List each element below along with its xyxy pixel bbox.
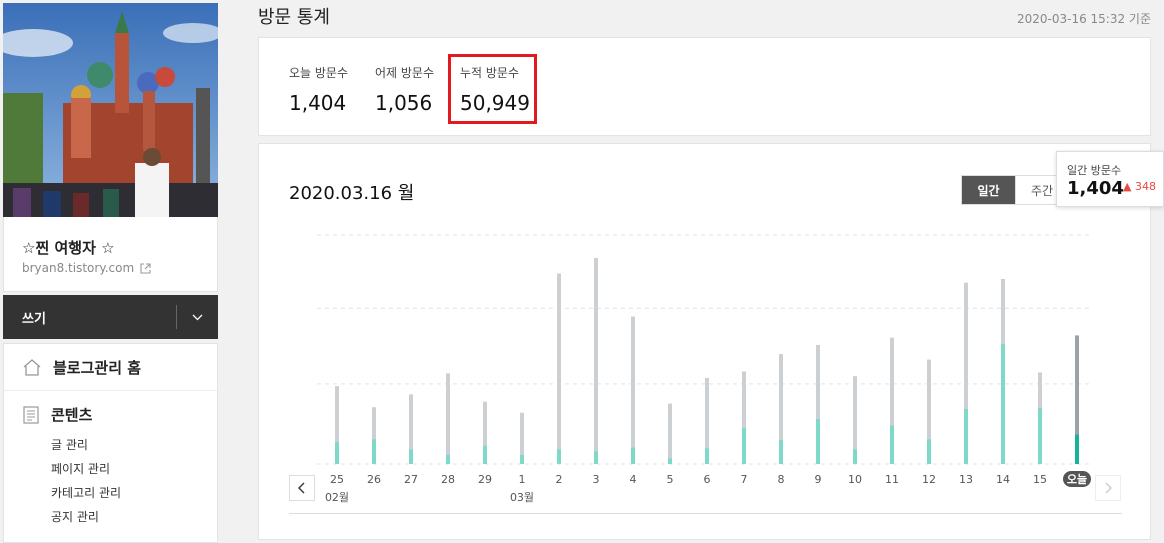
tooltip-delta: ▲ 348 — [1123, 180, 1156, 193]
x-tick-label: 7 — [741, 473, 748, 486]
bar-new[interactable] — [335, 442, 339, 464]
x-tick-label: 15 — [1033, 473, 1047, 486]
x-tick-label: 11 — [885, 473, 899, 486]
x-tick-label: 5 — [667, 473, 674, 486]
x-tick-label: 1 — [519, 473, 526, 486]
bar-new[interactable] — [890, 425, 894, 464]
contents-submenu: 글 관리 페이지 관리 카테고리 관리 공지 관리 — [51, 433, 121, 529]
chart-prev-button[interactable] — [289, 475, 315, 501]
chart-bottom-divider — [289, 513, 1122, 514]
blog-url-link[interactable]: bryan8.tistory.com — [22, 261, 151, 275]
bar-new[interactable] — [557, 449, 561, 464]
tooltip-value: 1,404 — [1067, 178, 1124, 199]
daily-visits-chart: 25 02월 26 27 28 29 1 03월 2 3 4 5 6 7 8 9 10 11 12 13 14 15 오늘 — [317, 234, 1091, 504]
bar-new[interactable] — [742, 428, 746, 464]
stat-today-label: 오늘 방문수 — [289, 66, 349, 80]
bar-new[interactable] — [483, 445, 487, 464]
write-button[interactable]: 쓰기 — [22, 308, 46, 327]
x-tick-label: 10 — [848, 473, 862, 486]
x-tick-label: 8 — [778, 473, 785, 486]
bar-new[interactable] — [705, 448, 709, 464]
bar-new[interactable] — [668, 458, 672, 464]
stats-timestamp: 2020-03-16 15:32 기준 — [1016, 12, 1151, 26]
admin-menu: 블로그관리 홈 콘텐츠 글 관리 페이지 관리 카테고리 관리 공지 관리 — [3, 343, 218, 543]
bar-new[interactable] — [594, 451, 598, 464]
total-visits-highlight — [448, 54, 537, 124]
x-tick-label: 27 — [404, 473, 418, 486]
stat-yesterday: 어제 방문수 1,056 — [375, 64, 434, 115]
bar-total[interactable] — [594, 257, 598, 464]
bar-new[interactable] — [853, 449, 857, 464]
x-tick-label: 14 — [996, 473, 1010, 486]
x-tick-label: 26 — [367, 473, 381, 486]
visit-summary-card: 오늘 방문수 1,404 어제 방문수 1,056 누적 방문수 50,949 — [258, 37, 1151, 136]
x-tick-label: 9 — [815, 473, 822, 486]
daily-visits-tooltip: 일간 방문수 1,404 ▲ 348 — [1056, 151, 1164, 207]
x-tick-label: 25 — [330, 473, 344, 486]
up-arrow-icon: ▲ — [1123, 180, 1135, 193]
bar-new[interactable] — [1075, 434, 1079, 464]
x-tick-label: 오늘 — [1067, 473, 1087, 486]
chevron-down-icon — [192, 314, 203, 320]
bar-total[interactable] — [557, 273, 561, 464]
external-link-icon — [140, 262, 151, 274]
tooltip-delta-value: 348 — [1134, 180, 1156, 193]
blog-title[interactable]: ☆찐 여행자 ☆ — [22, 237, 115, 258]
bar-total[interactable] — [631, 316, 635, 464]
bar-new[interactable] — [816, 419, 820, 464]
bar-total[interactable] — [668, 403, 672, 464]
tooltip-label: 일간 방문수 — [1067, 164, 1122, 177]
x-tick-label: 6 — [704, 473, 711, 486]
blog-url-text[interactable]: bryan8.tistory.com — [22, 261, 134, 275]
submenu-post-manage[interactable]: 글 관리 — [51, 433, 121, 457]
submenu-category-manage[interactable]: 카테고리 관리 — [51, 481, 121, 505]
blog-cover-image[interactable] — [3, 3, 218, 217]
home-icon — [23, 358, 41, 376]
write-dropdown-toggle[interactable] — [177, 295, 218, 339]
submenu-notice-manage[interactable]: 공지 관리 — [51, 505, 121, 529]
bar-new[interactable] — [631, 447, 635, 464]
menu-home-label: 블로그관리 홈 — [53, 358, 142, 377]
daily-chart-card: 2020.03.16 월 일간 주간 월간 2502월26272829103월2… — [258, 143, 1151, 540]
x-tick-label: 13 — [959, 473, 973, 486]
stat-today-value: 1,404 — [289, 91, 347, 115]
page-title: 방문 통계 — [258, 7, 330, 28]
menu-item-blog-home[interactable]: 블로그관리 홈 — [4, 344, 217, 391]
stat-yesterday-value: 1,056 — [375, 91, 433, 115]
bar-new[interactable] — [446, 454, 450, 464]
submenu-page-manage[interactable]: 페이지 관리 — [51, 457, 121, 481]
stat-yesterday-label: 어제 방문수 — [375, 66, 435, 80]
month-label: 02월 — [325, 491, 349, 504]
month-label: 03월 — [510, 491, 534, 504]
chart-next-button[interactable] — [1095, 475, 1121, 501]
x-tick-label: 3 — [593, 473, 600, 486]
x-tick-label: 4 — [630, 473, 637, 486]
bar-new[interactable] — [964, 409, 968, 464]
bar-total[interactable] — [446, 373, 450, 464]
blog-profile-card: ☆찐 여행자 ☆ bryan8.tistory.com — [3, 217, 218, 292]
bar-new[interactable] — [520, 454, 524, 464]
bar-new[interactable] — [1038, 408, 1042, 464]
menu-section-contents[interactable]: 콘텐츠 — [23, 404, 92, 425]
stat-today: 오늘 방문수 1,404 — [289, 64, 348, 115]
bar-new[interactable] — [372, 439, 376, 464]
x-tick-label: 28 — [441, 473, 455, 486]
menu-section-label: 콘텐츠 — [51, 406, 93, 424]
x-tick-label: 2 — [556, 473, 563, 486]
bar-new[interactable] — [409, 449, 413, 464]
bar-new[interactable] — [1001, 344, 1005, 464]
x-tick-label: 12 — [922, 473, 936, 486]
bar-new[interactable] — [927, 439, 931, 464]
chevron-left-icon — [298, 482, 305, 494]
document-icon — [23, 405, 39, 424]
bar-new[interactable] — [779, 440, 783, 464]
write-bar: 쓰기 — [3, 295, 218, 339]
chevron-right-icon — [1105, 482, 1112, 494]
x-tick-label: 29 — [478, 473, 492, 486]
